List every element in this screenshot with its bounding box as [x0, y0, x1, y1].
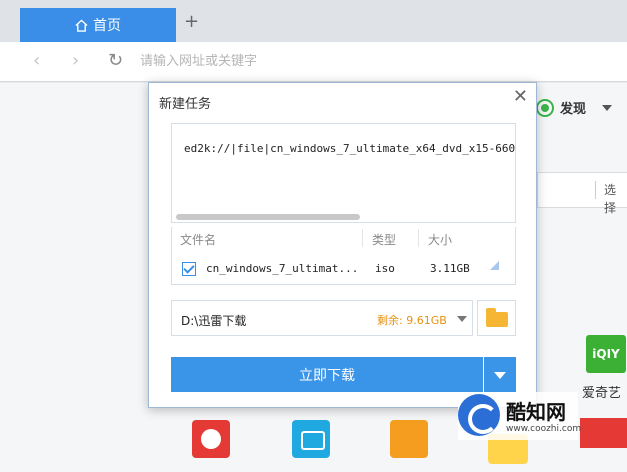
tab-home-label: 首页	[93, 18, 121, 34]
folder-icon	[486, 308, 508, 327]
chevron-down-icon	[457, 316, 467, 322]
iqiyi-badge: iQIY	[592, 347, 620, 361]
column-header-size: 大小	[428, 233, 453, 247]
search-select[interactable]: 选择	[595, 181, 627, 215]
download-now-button[interactable]: 立即下载	[171, 357, 483, 392]
watermark-logo: 酷知网 www.coozhi.com	[458, 392, 582, 440]
back-button[interactable]: ‹	[33, 52, 40, 70]
home-icon	[75, 18, 88, 32]
address-bar: ‹ › ↻	[0, 42, 627, 82]
watermark-url: www.coozhi.com	[506, 424, 582, 434]
column-header-type: 类型	[372, 233, 397, 247]
tv-icon[interactable]	[292, 420, 330, 458]
resize-grip-icon	[490, 261, 499, 270]
watermark-icon	[458, 394, 500, 436]
discover-label: 发现	[560, 102, 587, 117]
tab-home[interactable]: 首页	[20, 8, 176, 42]
iqiyi-label: 爱奇艺	[582, 386, 622, 401]
download-options-button[interactable]	[484, 357, 516, 392]
horizontal-scrollbar[interactable]	[176, 214, 360, 220]
discover-icon	[536, 98, 554, 117]
close-icon[interactable]: ✕	[513, 88, 528, 106]
column-divider	[418, 229, 419, 247]
address-input[interactable]	[140, 50, 610, 72]
discover-menu[interactable]: 发现	[536, 98, 613, 117]
link-text: ed2k://|file|cn_windows_7_ultimate_x64_d…	[184, 142, 516, 155]
iqiyi-icon[interactable]: iQIY	[586, 335, 626, 373]
watermark-title: 酷知网	[506, 400, 566, 424]
reload-button[interactable]: ↻	[108, 52, 123, 70]
column-header-name: 文件名	[180, 233, 217, 247]
file-checkbox[interactable]	[182, 262, 196, 276]
column-divider	[362, 229, 363, 247]
remaining-space: 剩余: 9.61GB	[377, 314, 447, 327]
file-size: 3.11GB	[430, 262, 470, 275]
tab-bar: 首页 +	[0, 0, 627, 42]
file-name: cn_windows_7_ultimat...	[206, 262, 359, 275]
dialog-title: 新建任务	[159, 97, 212, 112]
link-textarea[interactable]: ed2k://|file|cn_windows_7_ultimate_x64_d…	[171, 123, 516, 223]
douyu-icon[interactable]	[390, 420, 428, 458]
new-tab-button[interactable]: +	[184, 13, 199, 31]
file-table: 文件名 类型 大小 cn_windows_7_ultimat... iso 3.…	[171, 227, 516, 285]
save-path-select[interactable]: D:\迅雷下载 剩余: 9.61GB	[171, 300, 473, 336]
browse-folder-button[interactable]	[477, 300, 516, 336]
file-type: iso	[375, 262, 395, 275]
new-task-dialog: 新建任务 ✕ ed2k://|file|cn_windows_7_ultimat…	[148, 82, 537, 408]
chevron-down-icon	[602, 104, 613, 111]
forward-button[interactable]: ›	[72, 52, 79, 70]
app-bottom-red-icon[interactable]	[580, 418, 627, 448]
app-red-icon[interactable]	[192, 420, 230, 458]
save-path-value: D:\迅雷下载	[181, 314, 247, 328]
